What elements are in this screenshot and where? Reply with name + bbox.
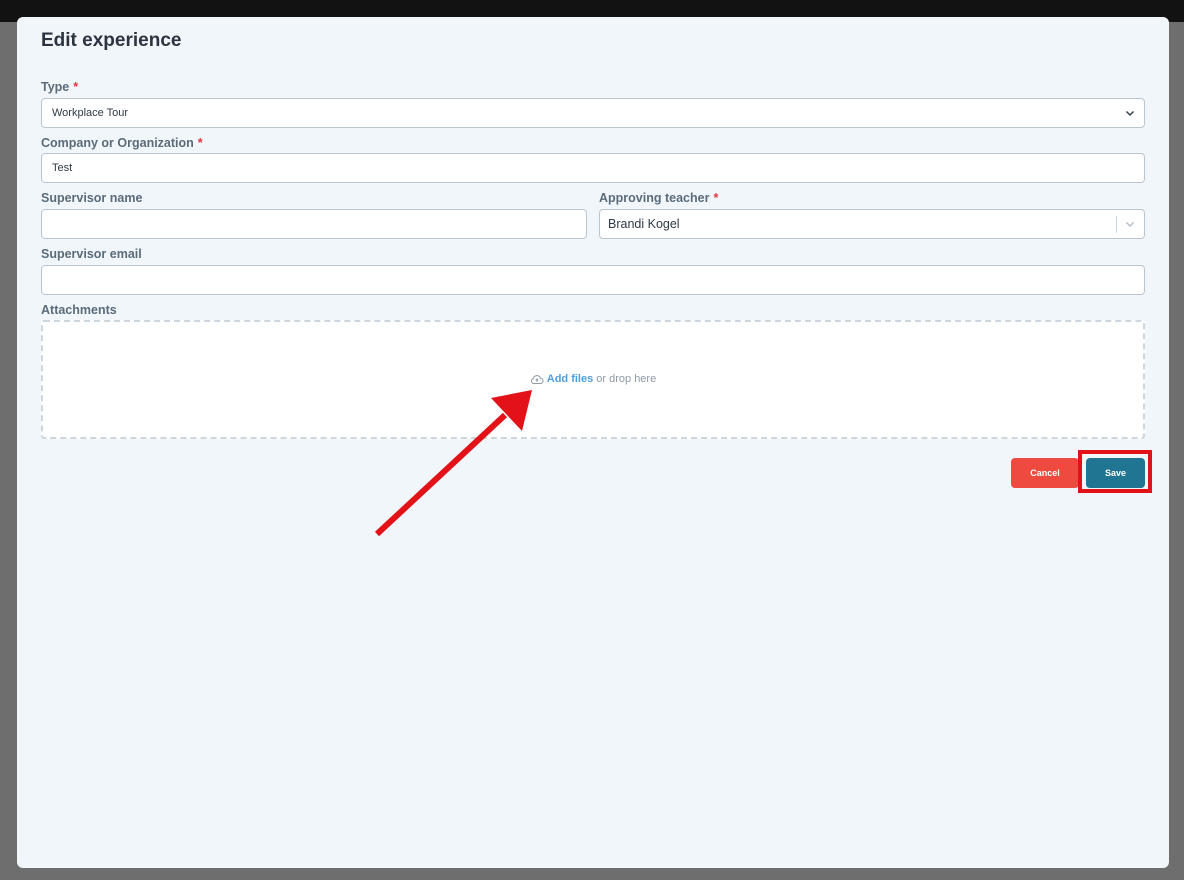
edit-experience-modal: Edit experience Type * Workplace Tour Com… <box>17 17 1169 868</box>
cloud-upload-icon <box>530 375 544 385</box>
company-label-text: Company or Organization <box>41 136 194 150</box>
chevron-down-icon[interactable] <box>1124 218 1136 230</box>
select-divider <box>1116 216 1117 233</box>
modal-title: Edit experience <box>41 30 182 51</box>
attachments-label: Attachments <box>41 303 117 317</box>
supervisor-email-input[interactable] <box>41 265 1145 295</box>
supervisor-name-label-text: Supervisor name <box>41 191 143 205</box>
supervisor-email-label-text: Supervisor email <box>41 247 142 261</box>
type-label-text: Type <box>41 80 70 94</box>
approving-teacher-select[interactable]: Brandi Kogel <box>599 209 1145 239</box>
company-required-mark: * <box>197 136 203 150</box>
approving-teacher-required-mark: * <box>713 191 719 205</box>
save-button[interactable]: Save <box>1086 458 1145 488</box>
supervisor-name-label: Supervisor name <box>41 191 142 205</box>
type-select-value: Workplace Tour <box>52 107 129 119</box>
type-label: Type * <box>41 80 78 94</box>
approving-teacher-value: Brandi Kogel <box>608 217 680 231</box>
approving-teacher-label: Approving teacher * <box>599 191 718 205</box>
approving-teacher-label-text: Approving teacher <box>599 191 710 205</box>
attachments-label-text: Attachments <box>41 303 117 317</box>
type-required-mark: * <box>73 80 79 94</box>
company-input[interactable]: Test <box>41 153 1145 183</box>
company-input-value: Test <box>52 162 73 174</box>
add-files-link[interactable]: Add files <box>547 373 593 385</box>
supervisor-name-input[interactable] <box>41 209 587 239</box>
company-label: Company or Organization * <box>41 136 203 150</box>
type-select[interactable]: Workplace Tour <box>41 98 1145 128</box>
drop-here-text: or drop here <box>596 373 657 385</box>
chevron-down-icon <box>1126 111 1134 116</box>
attachments-dropzone[interactable]: Add files or drop here <box>41 320 1145 439</box>
dropzone-prompt: Add files or drop here <box>43 373 1143 385</box>
supervisor-email-label: Supervisor email <box>41 247 142 261</box>
cancel-button[interactable]: Cancel <box>1011 458 1079 488</box>
